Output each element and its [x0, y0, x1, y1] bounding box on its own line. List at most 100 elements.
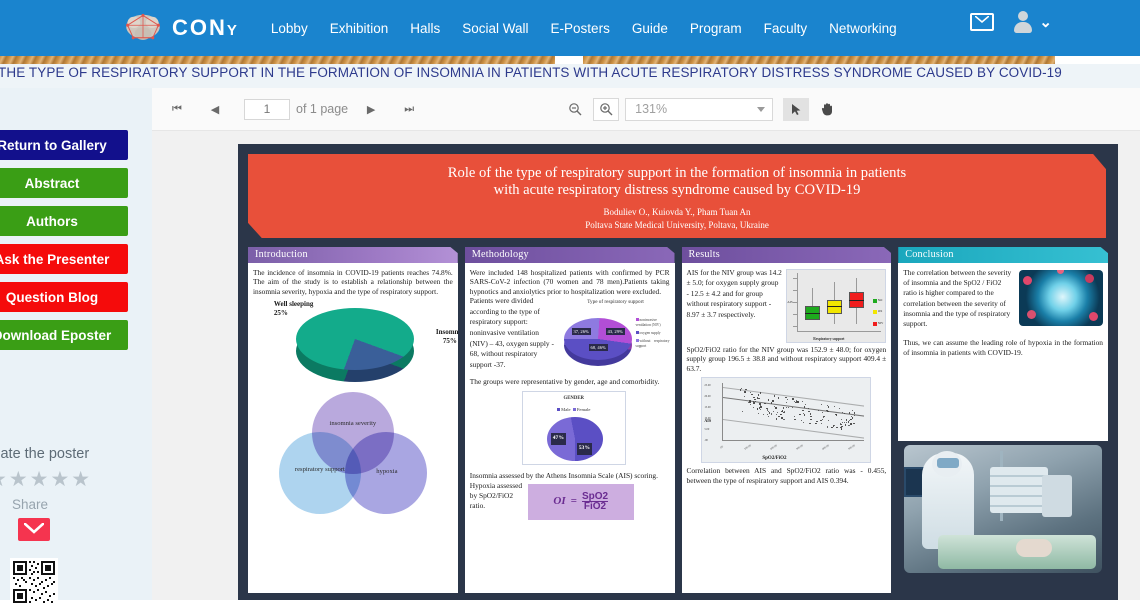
- nav-item-halls[interactable]: Halls: [410, 21, 440, 36]
- poster-columns: Introduction The incidence of insomnia i…: [248, 247, 1108, 593]
- scatter-point: [803, 406, 805, 408]
- first-page-icon[interactable]: ⏮: [166, 98, 188, 120]
- viewer-canvas[interactable]: Role of the type of respiratory support …: [152, 131, 1140, 600]
- scatter-point: [840, 428, 843, 430]
- scatter-point: [816, 420, 818, 422]
- scatter-point: [833, 424, 836, 427]
- covid-virus-earth-image: [1019, 270, 1103, 326]
- scatter-ytick-25: 25.00: [704, 384, 711, 388]
- formula-label: OI: [553, 494, 566, 507]
- scatter-point: [787, 398, 789, 401]
- chevron-down-icon[interactable]: [757, 106, 766, 112]
- download-eposter-button[interactable]: Download Eposter: [0, 320, 128, 350]
- scatter-point: [763, 414, 765, 416]
- scatter-ytick-0: .00: [704, 439, 708, 443]
- scatter-point: [835, 414, 837, 416]
- rope-gap: [555, 56, 583, 64]
- nav-item-program[interactable]: Program: [690, 21, 742, 36]
- pie-label-insomnia: Insomnia75%: [435, 328, 458, 346]
- scatter-point: [783, 411, 785, 414]
- page-number-input[interactable]: [244, 98, 290, 120]
- poster-title-line-2: with acute respiratory distress syndrome…: [493, 182, 861, 198]
- rate-poster-label: Rate the poster: [0, 446, 90, 462]
- scatter-point: [844, 424, 847, 426]
- return-to-gallery-button[interactable]: Return to Gallery: [0, 130, 128, 160]
- nav-item-exhibition[interactable]: Exhibition: [330, 21, 389, 36]
- scatter-point: [828, 406, 830, 408]
- scatter-point: [775, 407, 777, 409]
- formula-numerator: SpO2: [581, 490, 609, 502]
- zoom-level-select[interactable]: 131%: [625, 97, 774, 121]
- previous-page-icon[interactable]: ◀: [204, 98, 226, 120]
- hand-pan-icon[interactable]: [814, 98, 840, 121]
- venn-label-insomnia-severity: insomnia severity: [329, 420, 377, 428]
- scatter-point: [795, 401, 797, 404]
- scatter-ytick-20: 20.00: [704, 395, 711, 399]
- poster-affiliation: Poltava State Medical University, Poltav…: [585, 220, 769, 230]
- scatter-point: [759, 392, 761, 394]
- nav-item-guide[interactable]: Guide: [632, 21, 668, 36]
- conclusion-body: The correlation between the severity of …: [898, 263, 1108, 441]
- brand-logo-group[interactable]: CONY: [122, 11, 239, 45]
- results-body: AIS Respiratory support NO OX NIV AIS fo…: [681, 263, 892, 593]
- scatter-point: [749, 403, 752, 406]
- envelope-icon[interactable]: [970, 13, 995, 31]
- brain-network-icon: [126, 13, 160, 40]
- scatter-point: [783, 407, 785, 409]
- boxplot-ylabel: AIS: [787, 300, 793, 304]
- email-share-icon[interactable]: [18, 518, 50, 541]
- scatter-point: [764, 402, 766, 404]
- zoom-out-icon[interactable]: [562, 98, 588, 121]
- nav-item-faculty[interactable]: Faculty: [764, 21, 808, 36]
- nav-item-networking[interactable]: Networking: [829, 21, 897, 36]
- share-label: Share: [12, 497, 49, 512]
- scatter-point: [836, 427, 838, 429]
- next-page-icon[interactable]: ▶: [360, 98, 382, 120]
- last-page-icon[interactable]: ⏭: [398, 98, 420, 120]
- scatter-point: [743, 396, 746, 398]
- chevron-down-icon[interactable]: ⌄: [1039, 13, 1052, 31]
- scatter-point: [808, 410, 810, 413]
- rope-gap-right: [1055, 56, 1140, 64]
- scatter-point: [850, 423, 852, 425]
- scatter-point: [801, 419, 803, 421]
- scatter-point: [841, 421, 843, 423]
- abstract-button[interactable]: Abstract: [0, 168, 128, 198]
- scatter-point: [767, 416, 770, 418]
- scatter-point: [787, 406, 790, 408]
- scatter-point: [804, 404, 806, 406]
- gender-pie: GENDER Male Female 47% 53%: [521, 391, 626, 466]
- user-avatar-icon[interactable]: [1012, 10, 1034, 34]
- nav-item-lobby[interactable]: Lobby: [271, 21, 308, 36]
- zoom-level-value: 131%: [635, 102, 668, 116]
- results-text-2: SpO2/FiO2 ratio for the NIV group was 15…: [686, 345, 887, 373]
- nav-item-e-posters[interactable]: E-Posters: [551, 21, 610, 36]
- scatter-point: [777, 397, 779, 399]
- poster-viewer: ⏮ ◀ of 1 page ▶ ⏭ 131%: [152, 88, 1140, 600]
- zoom-in-icon[interactable]: [593, 97, 620, 121]
- scatter-point: [772, 400, 774, 402]
- question-blog-button[interactable]: Question Blog: [0, 282, 128, 312]
- venn-label-hypoxia: hypoxia: [376, 468, 398, 476]
- scatter-point: [833, 405, 836, 407]
- nav-item-social-wall[interactable]: Social Wall: [462, 21, 528, 36]
- cursor-arrow-icon[interactable]: [783, 97, 810, 121]
- scatter-point: [759, 403, 761, 405]
- brand-name: CONY: [172, 15, 239, 40]
- poster-header-banner: Role of the type of respiratory support …: [248, 154, 1106, 238]
- nav-links: Lobby Exhibition Halls Social Wall E-Pos…: [271, 21, 897, 36]
- authors-button[interactable]: Authors: [0, 206, 128, 236]
- scatter-point: [757, 408, 759, 410]
- formula-denominator: FiO2: [581, 501, 609, 513]
- pie-value-niv: 43, 29%: [605, 327, 625, 336]
- ask-the-presenter-button[interactable]: Ask the Presenter: [0, 244, 128, 274]
- scatter-xtick-0: .00: [719, 445, 725, 450]
- rating-stars[interactable]: ★★★★★: [0, 467, 92, 492]
- scatter-point: [802, 400, 804, 403]
- insomnia-hypoxia-support-venn: insomnia severity respiratory support hy…: [278, 392, 427, 515]
- scatter-xtick-200: 200.00: [770, 444, 779, 452]
- scatter-point: [744, 392, 747, 394]
- scatter-plot-area: [722, 383, 865, 442]
- left-sidebar: Return to Gallery Abstract Authors Ask t…: [0, 88, 152, 606]
- scatter-point: [785, 396, 787, 399]
